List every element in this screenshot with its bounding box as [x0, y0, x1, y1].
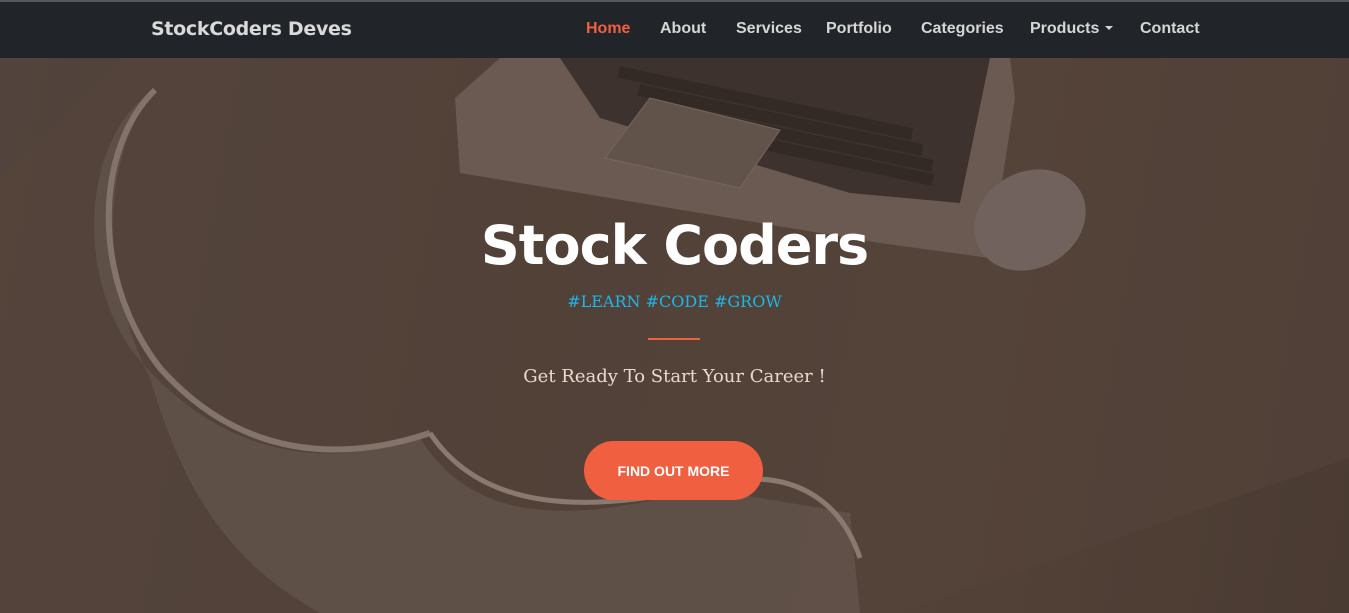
caret-down-icon: [1105, 25, 1114, 30]
hero-section: Stock Coders #LEARN #CODE #GROW Get Read…: [0, 58, 1349, 613]
hero-overlay: [0, 58, 1349, 613]
brand-logo[interactable]: StockCoders Deves: [151, 18, 352, 40]
nav-portfolio[interactable]: Portfolio: [826, 20, 892, 38]
nav-services[interactable]: Services: [736, 20, 802, 38]
hero-hashtags: #LEARN #CODE #GROW: [567, 292, 782, 311]
nav-categories[interactable]: Categories: [921, 20, 1004, 38]
nav-about[interactable]: About: [660, 20, 706, 38]
navbar: StockCoders Deves Home About Services Po…: [0, 0, 1349, 58]
hero-subtitle: Get Ready To Start Your Career !: [523, 366, 826, 387]
nav-products-dropdown[interactable]: Products: [1030, 20, 1114, 38]
hero-title: Stock Coders: [480, 214, 869, 277]
nav-products-label: Products: [1030, 20, 1100, 37]
find-out-more-button[interactable]: FIND OUT MORE: [584, 441, 763, 500]
hero-divider: [648, 338, 700, 340]
nav-home[interactable]: Home: [586, 20, 630, 38]
nav-contact[interactable]: Contact: [1140, 20, 1200, 38]
